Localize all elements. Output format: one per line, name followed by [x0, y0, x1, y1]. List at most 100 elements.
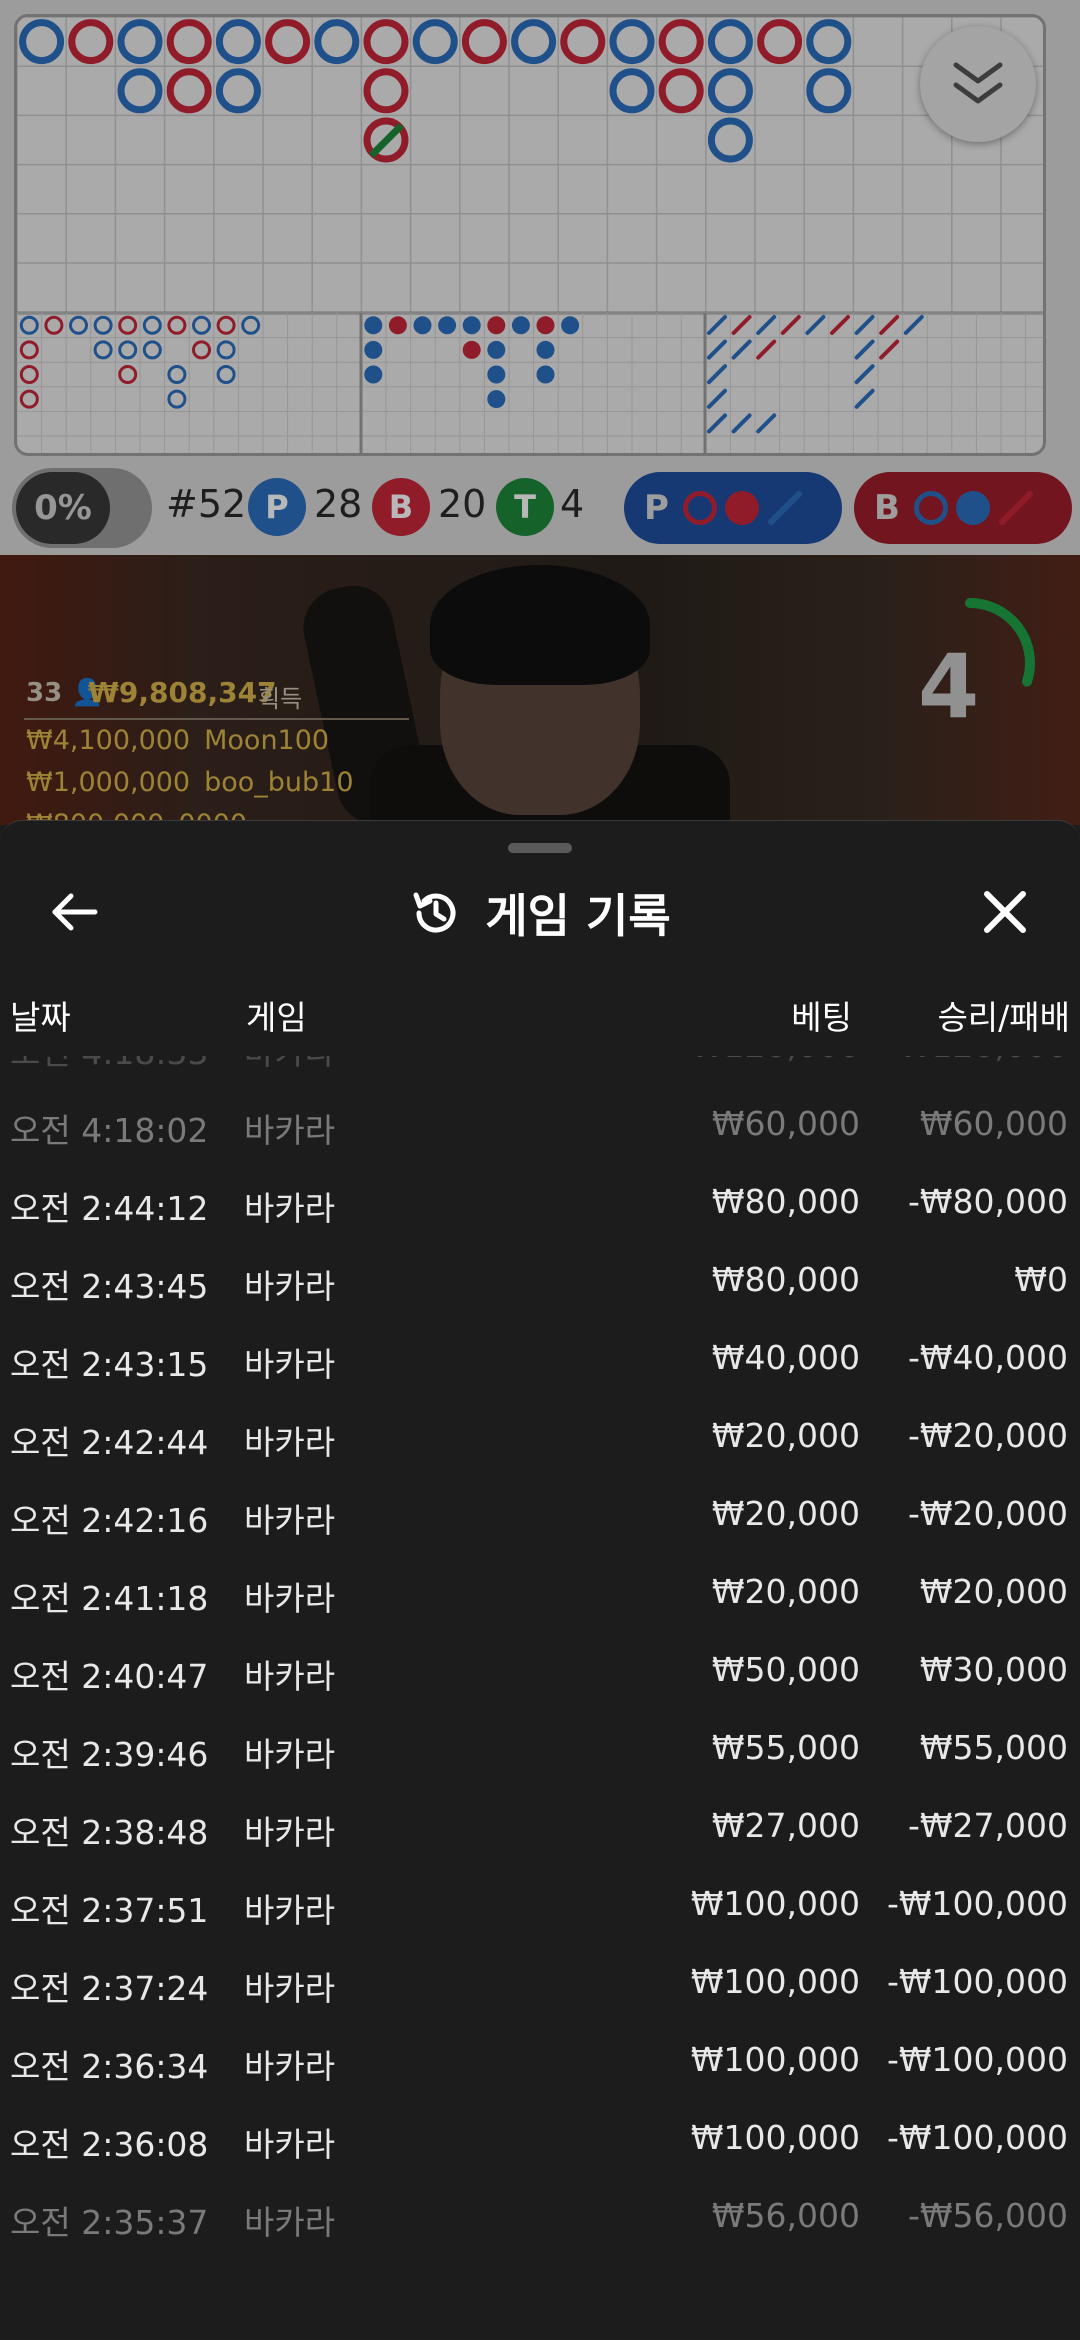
small-road-mark [487, 340, 506, 359]
row-bet: ₩80,000 [711, 1260, 860, 1299]
row-bet: ₩100,000 [690, 1884, 860, 1923]
row-date: 오전 2:39:46 [10, 1735, 209, 1774]
row-bet: ₩100,000 [690, 2118, 860, 2157]
cockroach-mark [854, 339, 875, 360]
row-bet: ₩20,000 [711, 1494, 860, 1533]
row-bet: ₩60,000 [711, 1104, 860, 1143]
stats-bar: 0% #52 P 28 B 20 T 4 P B [0, 460, 1080, 555]
big-road-mark [609, 19, 655, 65]
cockroach-mark [707, 388, 727, 409]
cockroach-mark [756, 315, 777, 335]
close-button[interactable] [970, 877, 1040, 947]
row-date: 오전 4:18:02 [10, 1111, 209, 1150]
row-date: 오전 2:36:08 [10, 2125, 209, 2164]
percent-value: 0% [16, 472, 110, 544]
big-road-mark [117, 68, 163, 114]
history-row[interactable]: 오전 2:41:18 바카라 ₩20,000 ₩20,000 [0, 1558, 1080, 1636]
collapse-roadmap-button[interactable] [920, 26, 1036, 142]
big-road-mark [215, 68, 261, 114]
small-road-mark [364, 316, 383, 335]
row-winloss: ₩55,000 [919, 1728, 1068, 1767]
player-predict-button[interactable]: P [624, 472, 842, 544]
row-date: 오전 2:36:34 [10, 2047, 209, 2086]
big-eye-mark [142, 340, 162, 360]
big-road-mark [363, 19, 409, 65]
screen: 0% #52 P 28 B 20 T 4 P B 33 👤 ₩9,808,347… [0, 0, 1080, 2340]
winners-total: ₩9,808,347 [88, 676, 277, 709]
small-road-mark [438, 316, 457, 335]
sheet-title: 게임 기록 [485, 889, 671, 943]
banker-predict-button[interactable]: B [854, 472, 1072, 544]
cockroach-mark [879, 315, 900, 335]
history-row[interactable]: 오전 2:43:45 바카라 ₩80,000 ₩0 [0, 1246, 1080, 1324]
history-row[interactable]: 오전 2:37:24 바카라 ₩100,000 -₩100,000 [0, 1948, 1080, 2026]
history-row[interactable]: 오전 2:42:44 바카라 ₩20,000 -₩20,000 [0, 1402, 1080, 1480]
chevron-double-down-icon [953, 62, 1003, 104]
history-row[interactable]: 오전 2:38:48 바카라 ₩27,000 -₩27,000 [0, 1792, 1080, 1870]
history-row[interactable]: 오전 2:43:15 바카라 ₩40,000 -₩40,000 [0, 1324, 1080, 1402]
history-row[interactable]: 오전 4:18:02 바카라 ₩60,000 ₩60,000 [0, 1090, 1080, 1168]
history-row[interactable]: 오전 2:44:12 바카라 ₩80,000 -₩80,000 [0, 1168, 1080, 1246]
baccarat-roadmap: 0% #52 P 28 B 20 T 4 P B [0, 0, 1080, 555]
big-road-mark [707, 68, 753, 114]
history-table-header: 날짜 게임 베팅 승리/패배 [0, 991, 1080, 1041]
history-row[interactable]: 오전 2:39:46 바카라 ₩55,000 ₩55,000 [0, 1714, 1080, 1792]
row-game: 바카라 [244, 1657, 336, 1696]
big-road-mark [707, 19, 753, 65]
row-game: 바카라 [244, 1111, 336, 1150]
history-row[interactable]: 오전 2:42:16 바카라 ₩20,000 -₩20,000 [0, 1480, 1080, 1558]
small-road-mark [413, 316, 432, 335]
small-road-mark [487, 316, 506, 335]
tie-badge: T [496, 478, 554, 536]
small-road-mark [536, 340, 555, 359]
big-road-mark [166, 19, 212, 65]
big-road-mark [265, 19, 311, 65]
tie-mark [368, 122, 404, 158]
big-road-ring-icon [682, 491, 717, 525]
row-date: 오전 2:35:37 [10, 2203, 209, 2242]
row-game: 바카라 [244, 1579, 336, 1618]
row-date: 오전 2:43:15 [10, 1345, 209, 1384]
big-eye-mark [216, 315, 236, 335]
row-game: 바카라 [244, 1501, 336, 1540]
big-eye-dot-icon [724, 491, 759, 525]
big-eye-mark [118, 340, 138, 360]
history-row[interactable]: 오전 2:36:08 바카라 ₩100,000 -₩100,000 [0, 2104, 1080, 2182]
history-row[interactable]: 오전 4:18:33 바카라 ₩120,000 -₩120,000 [0, 1056, 1080, 1090]
small-road-mark [561, 316, 580, 335]
big-road-mark [806, 19, 852, 65]
row-winloss: ₩0 [1014, 1260, 1068, 1299]
row-winloss: -₩27,000 [907, 1806, 1068, 1845]
big-road-mark [461, 19, 507, 65]
big-eye-mark [142, 315, 162, 335]
col-header-date: 날짜 [10, 998, 71, 1037]
cockroach-mark [854, 388, 875, 409]
row-bet: ₩40,000 [711, 1338, 860, 1377]
row-winloss: -₩40,000 [907, 1338, 1068, 1377]
history-row[interactable]: 오전 2:40:47 바카라 ₩50,000 ₩30,000 [0, 1636, 1080, 1714]
row-winloss: ₩20,000 [919, 1572, 1068, 1611]
big-road-mark [707, 117, 753, 163]
row-game: 바카라 [244, 1056, 335, 1074]
row-winloss: -₩20,000 [907, 1494, 1068, 1533]
history-row[interactable]: 오전 2:35:37 바카라 ₩56,000 -₩56,000 [0, 2182, 1080, 2260]
cockroach-mark [707, 315, 727, 335]
history-list-viewport[interactable]: 오전 4:18:33 바카라 ₩120,000 -₩120,000 오전 4:18:02… [0, 1056, 1080, 2316]
row-date: 오전 4:18:33 [10, 1056, 208, 1074]
sheet-drag-handle[interactable] [508, 843, 572, 853]
round-number: #52 [166, 482, 247, 526]
percent-toggle[interactable]: 0% [12, 468, 152, 548]
close-icon [984, 891, 1026, 933]
big-road-mark [166, 68, 212, 114]
live-dealer-video: 33 👤 ₩9,808,347 획득 ₩4,100,000 Moon100 ₩1,… [0, 555, 1080, 825]
cockroach-mark [780, 315, 801, 335]
history-row[interactable]: 오전 2:37:51 바카라 ₩100,000 -₩100,000 [0, 1870, 1080, 1948]
big-eye-mark [167, 365, 187, 384]
row-date: 오전 2:44:12 [10, 1189, 209, 1228]
row-bet: ₩20,000 [711, 1416, 860, 1455]
row-winloss: -₩100,000 [886, 1884, 1068, 1923]
history-row[interactable]: 오전 2:36:34 바카라 ₩100,000 -₩100,000 [0, 2026, 1080, 2104]
col-header-game: 게임 [246, 998, 307, 1037]
big-road-mark [806, 68, 852, 114]
big-road-mark [19, 19, 65, 65]
